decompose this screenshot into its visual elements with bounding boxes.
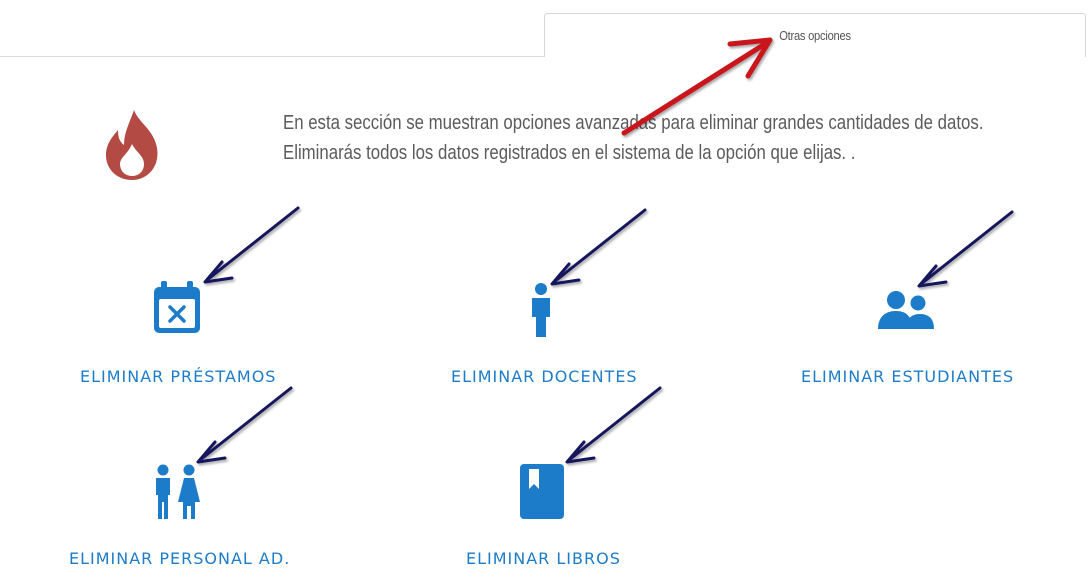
tabbar-divider — [0, 56, 544, 57]
person-icon — [532, 283, 550, 337]
calendar-x-icon — [154, 281, 200, 333]
option-label: ELIMINAR DOCENTES — [451, 367, 638, 386]
option-label: ELIMINAR ESTUDIANTES — [801, 367, 1015, 386]
restroom-icon — [156, 464, 200, 519]
option-label: ELIMINAR LIBROS — [466, 549, 621, 568]
option-label: ELIMINAR PERSONAL AD. — [69, 549, 291, 568]
users-icon — [878, 291, 934, 329]
book-icon — [520, 464, 564, 519]
fire-icon — [105, 110, 158, 180]
navy-arrow-annotations — [196, 206, 1014, 464]
tab-otras-opciones[interactable]: Otras opciones — [544, 13, 1086, 57]
section-description: En esta sección se muestran opciones ava… — [283, 112, 984, 164]
option-label: ELIMINAR PRÉSTAMOS — [80, 367, 277, 386]
tab-label: Otras opciones — [779, 28, 851, 43]
